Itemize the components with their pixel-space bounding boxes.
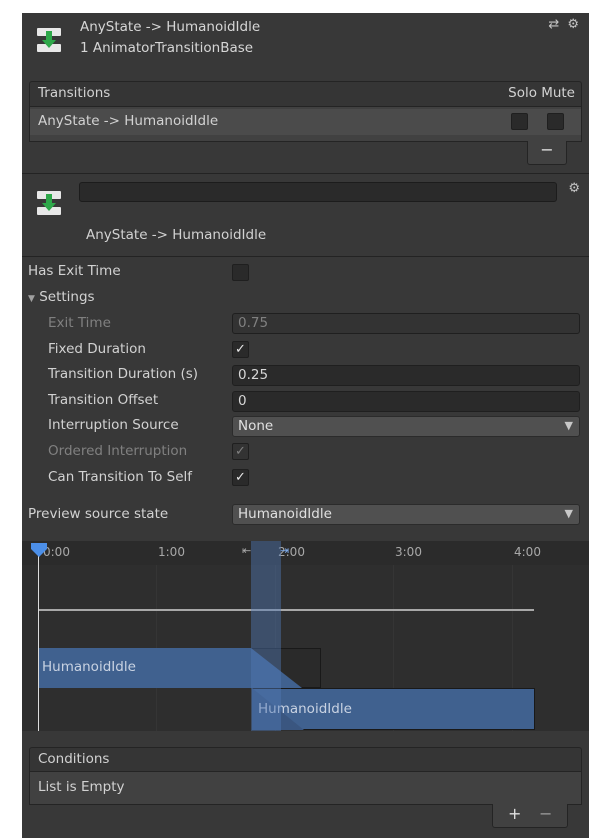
can-transition-to-self-label: Can Transition To Self [48, 469, 193, 485]
conditions-empty-text: List is Empty [38, 779, 125, 795]
solo-checkbox[interactable] [511, 113, 528, 130]
timeline-ruler[interactable]: 0:00 1:00 2:00 3:00 4:00 ⇤ ⇥ [22, 541, 589, 565]
dropdown-arrow-icon: ▼ [564, 507, 573, 520]
tick-label: 4:00 [514, 545, 541, 559]
fixed-duration-label: Fixed Duration [48, 341, 146, 357]
conditions-header-label: Conditions [38, 751, 110, 767]
foldout-arrow-icon: ▼ [28, 294, 35, 304]
transition-end-marker-icon[interactable]: ⇥ [280, 544, 289, 557]
ordered-interruption-label: Ordered Interruption [48, 443, 188, 459]
fixed-duration-checkbox[interactable]: ✓ [232, 341, 249, 358]
transition-name-field[interactable] [79, 182, 557, 202]
transition-offset-field[interactable]: 0 [232, 391, 580, 412]
tick-label: 0:00 [43, 545, 70, 559]
interruption-source-dropdown[interactable]: None ▼ [232, 416, 580, 437]
ordered-interruption-checkbox: ✓ [232, 443, 249, 460]
mute-column-label: Mute [541, 85, 575, 101]
transition-duration-label: Transition Duration (s) [48, 366, 199, 382]
exit-time-field: 0.75 [232, 313, 580, 334]
transition-start-marker-icon[interactable]: ⇤ [242, 544, 251, 557]
parameter-curve [38, 609, 534, 611]
transition-icon [37, 28, 61, 52]
separator [22, 173, 589, 174]
settings-foldout[interactable]: ▼ Settings [28, 289, 95, 305]
remove-condition-button[interactable]: − [539, 804, 552, 823]
transitions-list-header: Transitions Solo Mute [29, 81, 582, 106]
remove-transition-button[interactable]: − [527, 141, 567, 165]
transition-region[interactable] [251, 541, 281, 731]
mute-checkbox[interactable] [547, 113, 564, 130]
inspector-panel: AnyState -> HumanoidIdle 1 AnimatorTrans… [22, 13, 589, 838]
separator [22, 256, 589, 257]
transition-row[interactable]: AnyState -> HumanoidIdle [30, 109, 581, 135]
transition-timeline[interactable]: 0:00 1:00 2:00 3:00 4:00 ⇤ ⇥ HumanoidIdl… [22, 541, 589, 731]
transition-duration-field[interactable]: 0.25 [232, 365, 580, 386]
conditions-header: Conditions [29, 747, 582, 771]
preview-source-state-value: HumanoidIdle [238, 506, 332, 522]
preset-gear-icons[interactable]: ⇄ ⚙ [548, 17, 581, 32]
transition-row-label: AnyState -> HumanoidIdle [38, 113, 219, 129]
tick-label: 3:00 [395, 545, 422, 559]
interruption-source-value: None [238, 418, 274, 434]
has-exit-time-label: Has Exit Time [28, 263, 121, 279]
exit-time-label: Exit Time [48, 315, 111, 331]
playhead-marker-icon[interactable] [31, 543, 47, 557]
conditions-list: List is Empty [29, 771, 582, 805]
preview-source-state-label: Preview source state [28, 506, 169, 522]
preview-source-state-dropdown[interactable]: HumanoidIdle ▼ [232, 504, 580, 525]
interruption-source-label: Interruption Source [48, 417, 179, 433]
transitions-list: AnyState -> HumanoidIdle [29, 106, 582, 142]
transitions-header-label: Transitions [38, 85, 111, 101]
add-condition-button[interactable]: + [508, 804, 521, 823]
source-clip-label: HumanoidIdle [42, 659, 136, 675]
header-title: AnyState -> HumanoidIdle [80, 19, 261, 35]
conditions-footer: + − [492, 804, 568, 828]
transition-offset-label: Transition Offset [48, 392, 159, 408]
transition-icon [37, 191, 61, 215]
can-transition-to-self-checkbox[interactable]: ✓ [232, 469, 249, 486]
dropdown-arrow-icon: ▼ [564, 419, 573, 432]
has-exit-time-checkbox[interactable] [232, 264, 249, 281]
gear-icon[interactable]: ⚙ [568, 181, 580, 196]
settings-label: Settings [39, 289, 95, 305]
solo-column-label: Solo [508, 85, 537, 101]
tick-label: 1:00 [158, 545, 185, 559]
transition-title: AnyState -> HumanoidIdle [86, 227, 267, 243]
header-subtitle: 1 AnimatorTransitionBase [80, 40, 254, 56]
playhead-line [38, 553, 39, 731]
